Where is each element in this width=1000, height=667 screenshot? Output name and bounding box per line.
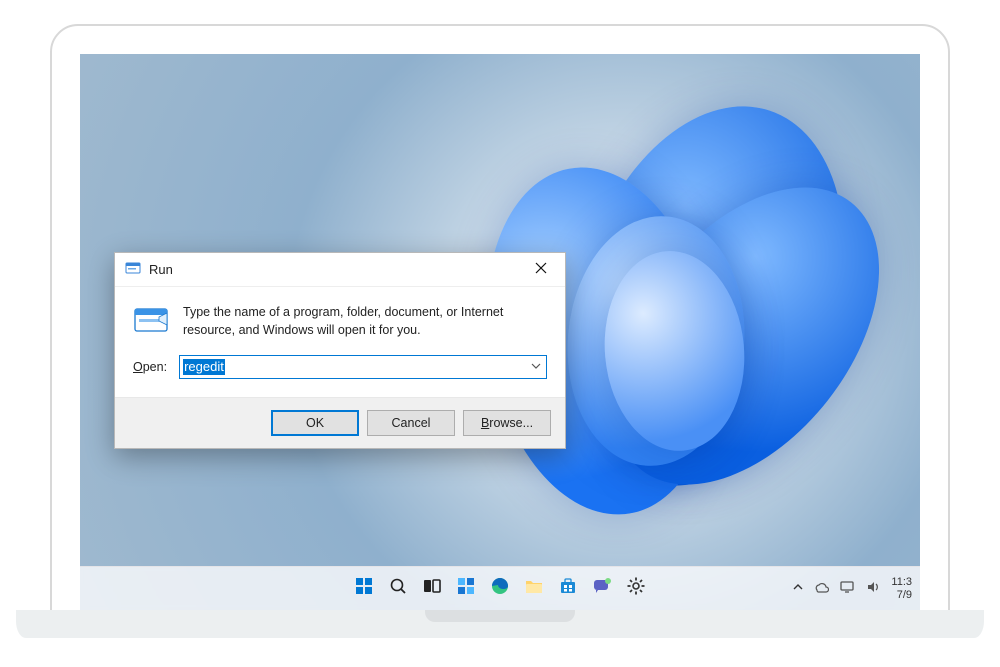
network-tray-icon[interactable] [839, 579, 855, 598]
chat-icon [592, 576, 612, 601]
settings-button[interactable] [624, 577, 648, 601]
open-input[interactable] [179, 355, 547, 379]
open-dropdown-button[interactable] [526, 356, 546, 378]
edge-icon [490, 576, 510, 601]
folder-icon [524, 576, 544, 601]
microsoft-store-button[interactable] [556, 577, 580, 601]
close-button[interactable] [519, 254, 563, 286]
gear-icon [626, 576, 646, 601]
laptop-frame: Run [50, 24, 950, 612]
windows-start-icon [354, 576, 374, 601]
volume-tray-icon[interactable] [865, 579, 881, 598]
store-icon [558, 576, 578, 601]
chevron-down-icon [531, 360, 541, 374]
task-view-button[interactable] [420, 577, 444, 601]
start-button[interactable] [352, 577, 376, 601]
clock-time: 11:3 [891, 576, 912, 589]
browse-button-label: Browse... [481, 416, 533, 430]
run-button-row: OK Cancel Browse... [115, 397, 565, 448]
edge-browser-button[interactable] [488, 577, 512, 601]
laptop-base [16, 610, 984, 638]
cancel-button[interactable]: Cancel [367, 410, 455, 436]
taskbar: 11:3 7/9 [80, 566, 920, 610]
task-view-icon [422, 576, 442, 601]
onedrive-tray-icon[interactable] [813, 579, 829, 598]
open-combobox[interactable]: regedit [179, 355, 547, 379]
run-program-icon [133, 303, 169, 339]
run-titlebar-icon [125, 260, 141, 279]
chevron-up-icon [793, 583, 803, 595]
close-icon [535, 262, 547, 277]
search-button[interactable] [386, 577, 410, 601]
screen: Run [80, 54, 920, 610]
teams-chat-button[interactable] [590, 577, 614, 601]
widgets-button[interactable] [454, 577, 478, 601]
widgets-icon [456, 576, 476, 601]
tray-overflow-button[interactable] [793, 582, 803, 595]
run-dialog: Run [114, 252, 566, 449]
clock-date: 7/9 [891, 589, 912, 602]
taskbar-center-icons [352, 577, 648, 601]
run-description: Type the name of a program, folder, docu… [183, 303, 547, 339]
ok-button-label: OK [306, 416, 324, 430]
search-icon [388, 576, 408, 601]
clock[interactable]: 11:3 7/9 [891, 576, 912, 601]
run-title: Run [149, 262, 173, 277]
system-tray: 11:3 7/9 [793, 576, 912, 601]
file-explorer-button[interactable] [522, 577, 546, 601]
open-label: Open: [133, 360, 167, 374]
browse-button[interactable]: Browse... [463, 410, 551, 436]
run-titlebar[interactable]: Run [115, 253, 565, 287]
ok-button[interactable]: OK [271, 410, 359, 436]
cancel-button-label: Cancel [392, 416, 431, 430]
